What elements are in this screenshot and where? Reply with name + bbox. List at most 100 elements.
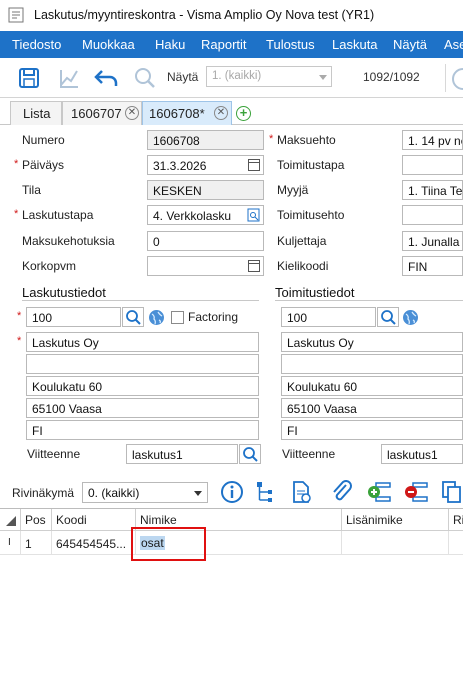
globe-icon[interactable] [148, 309, 165, 326]
window-title: Laskutus/myyntireskontra - Visma Amplio … [34, 8, 375, 22]
invoice-rows-grid: Pos Koodi Nimike Lisänimike Rivi I 1 645… [0, 508, 463, 674]
delivery-street-field[interactable]: Koulukatu 60 [281, 376, 463, 396]
undo-button[interactable] [92, 64, 120, 92]
delivery-street-value: Koulukatu 60 [287, 380, 358, 394]
cell-lisanimike[interactable] [342, 531, 449, 555]
close-icon[interactable]: ✕ [125, 106, 139, 120]
delivery-viitteenne-value: laskutus1 [387, 448, 438, 462]
myyja-value: 1. Tiina Tes [408, 184, 463, 198]
document-icon[interactable] [289, 480, 313, 504]
add-tab-icon[interactable]: + [236, 106, 251, 121]
tree-icon[interactable] [254, 480, 278, 504]
menu-muokkaa[interactable]: Muokkaa [82, 37, 135, 52]
korkopvm-label: Korkopvm [22, 259, 77, 273]
required-marker: * [269, 133, 274, 145]
billing-viitteenne-field[interactable]: laskutus1 [126, 444, 238, 464]
paivays-label: Päiväys [22, 158, 65, 172]
billing-street-field[interactable]: Koulukatu 60 [26, 376, 259, 396]
billing-line2-field[interactable] [26, 354, 259, 374]
maksukehotuksia-field[interactable]: 0 [147, 231, 264, 251]
nayta-select[interactable]: 1. (kaikki) [206, 66, 332, 87]
myyja-field[interactable]: 1. Tiina Tes [402, 180, 463, 200]
table-row[interactable]: I 1 645454545... [0, 531, 463, 555]
billing-postal-field[interactable]: 65100 Vaasa [26, 398, 259, 418]
kuljettaja-value: 1. Junalla [408, 235, 460, 249]
kuljettaja-field[interactable]: 1. Junalla [402, 231, 463, 251]
calendar-icon[interactable] [248, 159, 260, 171]
cell-koodi[interactable]: 645454545... [52, 531, 136, 555]
cell-pos[interactable]: 1 [21, 531, 52, 555]
factoring-checkbox[interactable] [171, 311, 184, 324]
delivery-name-field[interactable]: Laskutus Oy [281, 332, 463, 352]
billing-name-field[interactable]: Laskutus Oy [26, 332, 259, 352]
delivery-customer-no-field[interactable]: 100 [281, 307, 376, 327]
korkopvm-field[interactable] [147, 256, 264, 276]
toimitustapa-field[interactable] [402, 155, 463, 175]
copy-icon[interactable] [440, 480, 463, 504]
menu-haku[interactable]: Haku [155, 37, 185, 52]
delivery-viitteenne-field[interactable]: laskutus1 [381, 444, 463, 464]
paperclip-icon[interactable] [330, 479, 354, 505]
laskutustiedot-title: Laskutustiedot [22, 285, 106, 300]
maksuehto-field[interactable]: 1. 14 pv ne [402, 130, 463, 150]
rivinakyma-select[interactable]: 0. (kaikki) [82, 482, 208, 503]
row-toolbar: Rivinäkymä 0. (kaikki) [0, 477, 463, 507]
delivery-country-value: FI [287, 424, 298, 438]
tab-1606707[interactable]: 1606707 ✕ [62, 101, 142, 125]
section-divider [22, 300, 259, 301]
chart-button[interactable] [55, 64, 83, 92]
chevron-down-icon [194, 491, 202, 496]
menu-ase[interactable]: Ase [444, 37, 463, 52]
paivays-value: 31.3.2026 [153, 159, 207, 173]
highlight-annotation [131, 527, 206, 561]
menu-laskuta[interactable]: Laskuta [332, 37, 378, 52]
kielikoodi-field[interactable]: FIN [402, 256, 463, 276]
delivery-line2-field[interactable] [281, 354, 463, 374]
search-icon [381, 310, 396, 325]
toimitusehto-label: Toimitusehto [277, 208, 345, 222]
menu-raportit[interactable]: Raportit [201, 37, 247, 52]
search-button[interactable] [131, 64, 159, 92]
header-pos[interactable]: Pos [21, 509, 52, 531]
header-lisanimike[interactable]: Lisänimike [342, 509, 449, 531]
tab-lista[interactable]: Lista [10, 101, 62, 125]
tab-1606708[interactable]: 1606708* ✕ [142, 101, 232, 125]
tila-label: Tila [22, 183, 41, 197]
delivery-search-button[interactable] [377, 307, 399, 327]
laskutustapa-field[interactable]: 4. Verkkolasku [147, 205, 264, 225]
billing-country-field[interactable]: FI [26, 420, 259, 440]
cell-rivi[interactable] [449, 531, 463, 555]
toimitustiedot-title: Toimitustiedot [275, 285, 355, 300]
info-icon[interactable] [220, 480, 244, 504]
close-icon[interactable]: ✕ [214, 106, 228, 120]
header-koodi[interactable]: Koodi [52, 509, 136, 531]
delivery-postal-field[interactable]: 65100 Vaasa [281, 398, 463, 418]
header-rivi[interactable]: Rivi [449, 509, 463, 531]
add-row-icon[interactable] [366, 480, 392, 504]
menu-tiedosto[interactable]: Tiedosto [12, 37, 61, 52]
paivays-field[interactable]: 31.3.2026 [147, 155, 264, 175]
lookup-icon[interactable] [247, 208, 260, 222]
globe-icon[interactable] [402, 309, 419, 326]
calendar-icon[interactable] [248, 260, 260, 272]
delivery-postal-value: 65100 Vaasa [287, 402, 357, 416]
toolbar-separator [445, 64, 446, 92]
section-divider [275, 300, 463, 301]
billing-viitteenne-search-button[interactable] [239, 444, 261, 464]
save-button[interactable] [15, 64, 43, 92]
delivery-country-field[interactable]: FI [281, 420, 463, 440]
tila-field: KESKEN [147, 180, 264, 200]
toimitusehto-field[interactable] [402, 205, 463, 225]
billing-search-button[interactable] [122, 307, 144, 327]
remove-row-icon[interactable] [403, 480, 429, 504]
chevron-down-icon [319, 75, 327, 80]
required-marker: * [17, 310, 22, 322]
select-all-icon[interactable] [0, 509, 21, 531]
nav-first-icon[interactable] [452, 68, 463, 90]
menu-tulostus[interactable]: Tulostus [266, 37, 315, 52]
menu-nayta[interactable]: Näytä [393, 37, 427, 52]
invoice-form: Numero * Päiväys Tila * Laskutustapa Mak… [0, 125, 463, 477]
rivinakyma-value: 0. (kaikki) [88, 486, 140, 500]
billing-customer-no-field[interactable]: 100 [26, 307, 121, 327]
tab-lista-label: Lista [23, 106, 51, 121]
